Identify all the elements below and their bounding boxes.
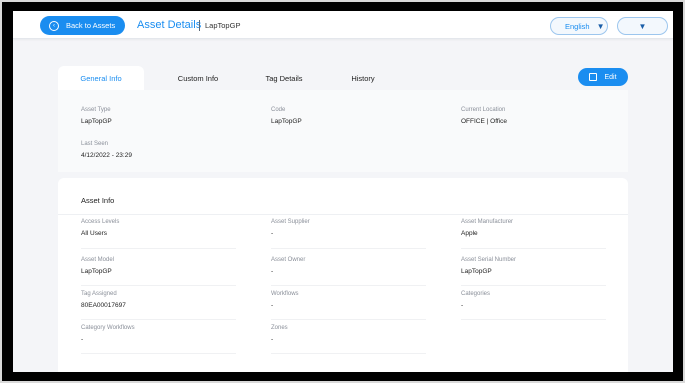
field-label: Code [271, 107, 286, 113]
field-label: Asset Type [81, 107, 111, 113]
field-label: Workflows [271, 291, 299, 297]
tab-label: General Info [80, 73, 122, 83]
tab-label: Tag Details [265, 73, 303, 83]
field-value: LapTopGP [461, 268, 492, 275]
field-value: - [271, 268, 274, 275]
field-divider [461, 285, 606, 286]
field-label: Access Levels [81, 219, 120, 225]
edit-icon [589, 73, 598, 81]
field-value: 80EA00017697 [81, 302, 126, 309]
window-frame: ‹ Back to Assets Asset Details LapTopGP … [2, 2, 683, 381]
field-label: Current Location [461, 107, 506, 113]
field-code: Code LapTopGP [271, 107, 302, 125]
field-asset-model: Asset Model LapTopGP [81, 257, 114, 275]
field-divider [81, 248, 236, 249]
field-value: - [81, 336, 84, 343]
language-select[interactable]: English ▼ [550, 17, 608, 35]
user-menu-button[interactable]: ▼ [617, 17, 668, 35]
field-asset-supplier: Asset Supplier - [271, 219, 310, 237]
edit-label: Edit [604, 73, 617, 81]
field-value: 4/12/2022 - 23:29 [81, 152, 132, 159]
field-label: Asset Serial Number [461, 257, 517, 263]
field-current-location: Current Location OFFICE | Office [461, 107, 507, 125]
field-value: LapTopGP [81, 118, 112, 125]
field-zones: Zones - [271, 325, 288, 343]
chevron-down-icon: ▼ [596, 21, 605, 31]
tab-label: Custom Info [177, 73, 219, 83]
field-asset-type: Asset Type LapTopGP [81, 107, 112, 125]
back-to-assets-button[interactable]: ‹ Back to Assets [40, 16, 125, 35]
field-value: Apple [461, 230, 478, 237]
language-label: English [565, 21, 590, 31]
app-screen: ‹ Back to Assets Asset Details LapTopGP … [13, 11, 673, 372]
field-label: Asset Supplier [271, 219, 310, 225]
field-tag-assigned: Tag Assigned 80EA00017697 [81, 291, 126, 309]
field-value: - [271, 336, 274, 343]
tab-bar: General Info Custom Info Tag Details His… [58, 66, 628, 90]
tab-general-info[interactable]: General Info [58, 66, 144, 90]
field-divider [271, 285, 426, 286]
field-divider [81, 285, 236, 286]
section-title: Asset Info [81, 196, 115, 205]
field-value: All Users [81, 230, 108, 237]
title-divider [199, 20, 200, 31]
asset-info-panel: Asset Info Access Levels All Users Asset… [58, 178, 628, 372]
field-divider [271, 353, 426, 354]
field-label: Tag Assigned [81, 291, 117, 297]
field-divider [461, 248, 606, 249]
general-info-panel: Asset Type LapTopGP Code LapTopGP Curren… [58, 90, 628, 172]
field-divider [461, 319, 606, 320]
field-label: Zones [271, 325, 288, 331]
chevron-down-icon: ▼ [638, 21, 647, 31]
field-category-workflows: Category Workflows - [81, 325, 135, 343]
field-label: Asset Owner [271, 257, 306, 263]
field-asset-owner: Asset Owner - [271, 257, 305, 275]
field-label: Category Workflows [81, 325, 135, 331]
field-value: LapTopGP [271, 118, 302, 125]
field-value: OFFICE | Office [461, 118, 507, 125]
field-value: - [271, 230, 274, 237]
field-last-seen: Last Seen 4/12/2022 - 23:29 [81, 141, 132, 159]
field-access-levels: Access Levels All Users [81, 219, 119, 237]
field-divider [81, 353, 236, 354]
back-button-label: Back to Assets [66, 21, 116, 30]
asset-name: LapTopGP [205, 21, 241, 30]
field-value: - [461, 302, 464, 309]
tab-label: History [351, 73, 375, 83]
field-asset-serial-number: Asset Serial Number LapTopGP [461, 257, 516, 275]
field-divider [271, 319, 426, 320]
top-bar: ‹ Back to Assets Asset Details LapTopGP … [13, 11, 673, 39]
field-divider [271, 248, 426, 249]
tab-history[interactable]: History [326, 66, 400, 90]
section-divider [58, 214, 628, 215]
field-categories: Categories - [461, 291, 490, 309]
arrow-left-icon: ‹ [49, 20, 59, 31]
field-value: LapTopGP [81, 268, 112, 275]
tab-custom-info[interactable]: Custom Info [158, 66, 238, 90]
field-divider [81, 319, 236, 320]
field-asset-manufacturer: Asset Manufacturer Apple [461, 219, 513, 237]
tab-tag-details[interactable]: Tag Details [244, 66, 324, 90]
field-label: Asset Manufacturer [461, 219, 514, 225]
field-label: Asset Model [81, 257, 115, 263]
field-label: Categories [461, 291, 491, 297]
field-workflows: Workflows - [271, 291, 299, 309]
page-title: Asset Details [137, 19, 202, 31]
edit-button[interactable]: Edit [578, 68, 628, 86]
field-value: - [271, 302, 274, 309]
field-label: Last Seen [81, 141, 109, 147]
